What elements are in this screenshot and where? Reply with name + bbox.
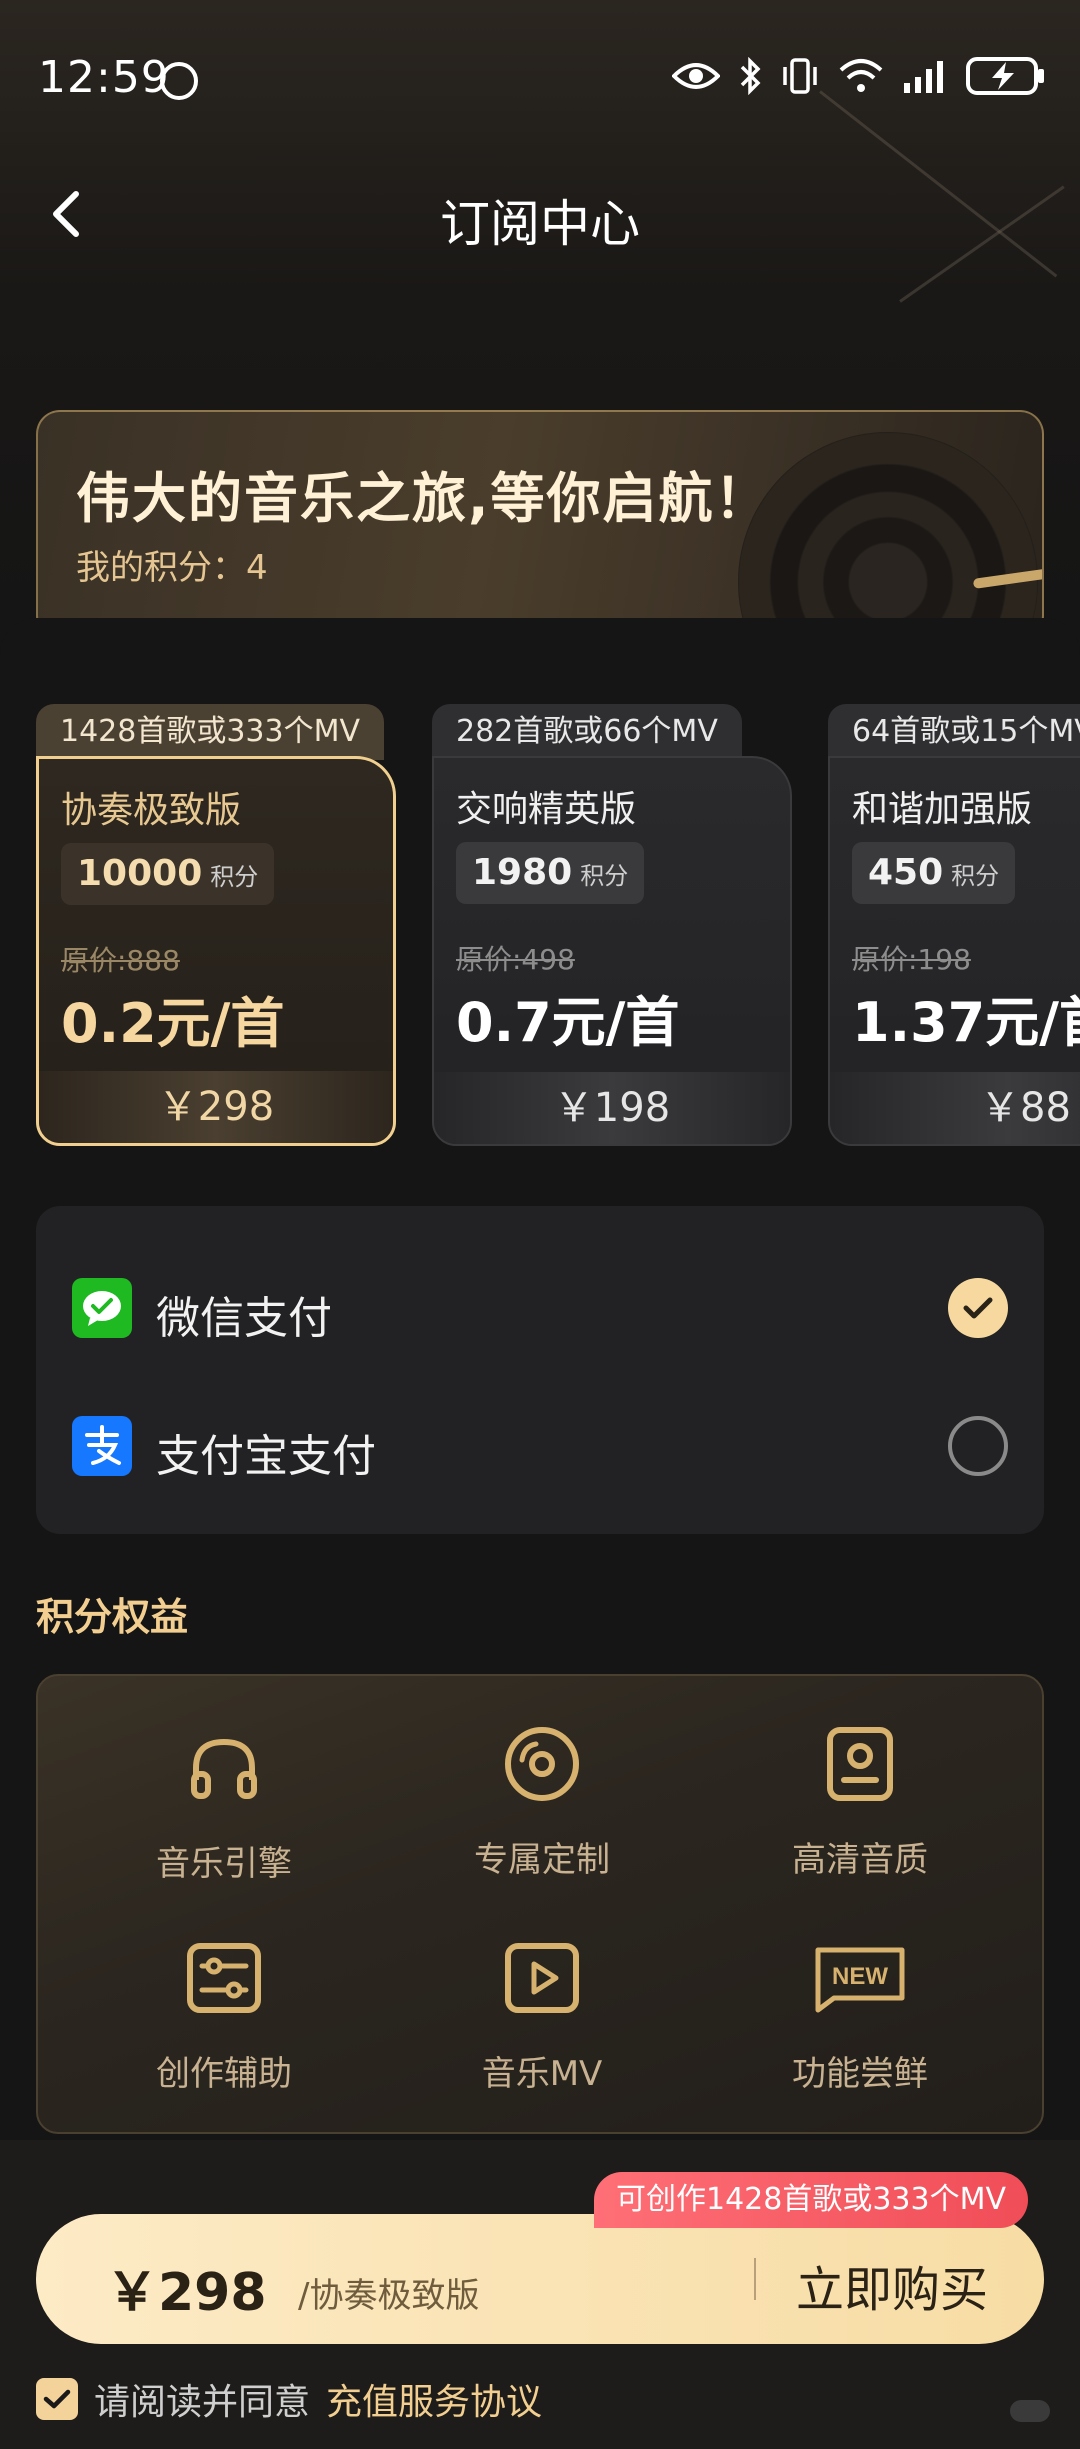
status-time: 12:59 [38,52,170,103]
benefit-label: 专属定制 [474,1840,610,1880]
payment-option-wechat[interactable]: 微信支付 [36,1238,1044,1378]
plan-card-body: 协奏极致版 10000 积分 原价:888 0.2元/首 ￥298 [36,756,396,1146]
benefit-label: 音乐引擎 [156,1844,292,1884]
benefit-new-features[interactable]: NEW 功能尝鲜 [710,1938,1010,2118]
plan-price: ￥298 [39,1071,393,1143]
quota-badge: 可创作1428首歌或333个MV [594,2172,1029,2228]
plan-price: ￥88 [830,1072,1080,1144]
agreement-row: 请阅读并同意 充值服务协议 [36,2373,542,2425]
buy-price: ￥298 [106,2263,267,2323]
divider [754,2258,756,2300]
plan-card-body: 和谐加强版 450 积分 原价:198 1.37元/首 ￥88 [828,756,1080,1146]
agreement-text: 请阅读并同意 [94,2382,311,2423]
payment-option-label: 微信支付 [156,1293,332,1344]
benefits-grid: 音乐引擎 专属定制 高清音质 创作辅助 音乐MV NEW 功能尝鲜 [36,1674,1044,2134]
payment-methods: 微信支付 支付宝支付 [36,1206,1044,1534]
benefit-creation-assist[interactable]: 创作辅助 [74,1938,374,2118]
agreement-checkbox[interactable] [36,2378,78,2420]
benefit-custom[interactable]: 专属定制 [392,1724,692,1904]
plan-original-price: 原价:888 [61,944,180,977]
check-icon [963,1297,993,1319]
radio-checked[interactable] [948,1278,1008,1338]
plan-name: 和谐加强版 [852,789,1033,830]
plan-points-value: 10000 [77,853,203,894]
page-title: 订阅中心 [440,195,640,253]
sliders-icon [187,1943,261,2013]
buy-now-button[interactable]: ￥298 /协奏极致版 立即购买 [36,2214,1044,2344]
signal-icon [904,61,943,93]
my-points: 我的积分：4 [76,540,268,589]
check-icon [43,2389,71,2409]
plan-price: ￥198 [434,1072,790,1144]
plan-unit-price: 0.7元/首 [456,991,680,1054]
benefit-label: 高清音质 [792,1840,928,1880]
subscription-page: 12:59 订阅中心 伟大的音乐之旅,等你启航！ 我的积分：4 1428首歌或3… [0,0,1080,2449]
my-points-value: 4 [246,548,268,588]
benefit-music-mv[interactable]: 音乐MV [392,1938,692,2118]
my-points-label: 我的积分： [76,548,246,588]
benefit-label: 音乐MV [481,2054,603,2094]
bluetooth-icon [740,57,761,95]
vinyl-record-icon [738,432,1038,638]
plan-card-concerto[interactable]: 1428首歌或333个MV 协奏极致版 10000 积分 原价:888 0.2元… [36,704,396,1146]
buy-now-label: 立即购买 [796,2262,989,2318]
plan-unit-price: 1.37元/首 [852,991,1080,1054]
radio-unchecked[interactable] [948,1416,1008,1476]
plan-name: 交响精英版 [456,789,637,830]
status-icons [672,56,1046,96]
plan-points-unit: 积分 [580,862,629,890]
plan-points-unit: 积分 [951,862,1000,890]
plan-points-value: 1980 [472,852,573,893]
app-notification-icon [160,62,198,100]
plan-card-symphony[interactable]: 282首歌或66个MV 交响精英版 1980 积分 原价:498 0.7元/首 … [432,704,792,1146]
plan-unit-price: 0.2元/首 [61,992,285,1055]
agreement-link[interactable]: 充值服务协议 [326,2373,542,2425]
benefits-title: 积分权益 [36,1595,189,1639]
benefit-hd-audio[interactable]: 高清音质 [710,1724,1010,1904]
plan-points-badge: 10000 积分 [61,843,275,905]
plan-points-value: 450 [868,852,944,893]
status-bar: 12:59 [0,0,1080,160]
plan-original-price: 原价:198 [852,943,971,976]
new-badge-icon: NEW [815,1947,905,2013]
plan-quota-tag: 64首歌或15个MV [828,704,1080,760]
plan-quota-tag: 1428首歌或333个MV [36,704,385,760]
svg-text:NEW: NEW [832,1963,888,1990]
plan-original-price: 原价:498 [456,943,575,976]
plan-card-body: 交响精英版 1980 积分 原价:498 0.7元/首 ￥198 [432,756,792,1146]
battery-charging-icon [966,57,1044,95]
buy-plan-name: /协奏极致版 [298,2276,480,2316]
vibrate-icon [783,58,817,94]
benefit-label: 功能尝鲜 [792,2054,928,2094]
banner-headline: 伟大的音乐之旅,等你启航！ [76,467,771,530]
disc-icon [505,1727,579,1801]
speaker-icon [827,1727,893,1801]
plan-quota-tag: 282首歌或66个MV [432,704,742,760]
benefit-music-engine[interactable]: 音乐引擎 [74,1728,374,1908]
payment-option-alipay[interactable]: 支付宝支付 [36,1376,1044,1516]
wifi-icon [839,59,883,92]
payment-option-label: 支付宝支付 [156,1431,376,1482]
plan-name: 协奏极致版 [61,790,242,831]
eye-icon [672,63,720,89]
play-video-icon [505,1943,579,2013]
watermark-logo [1010,2400,1050,2422]
alipay-icon [72,1416,132,1476]
plan-points-badge: 450 积分 [852,842,1016,904]
plan-points-unit: 积分 [210,863,259,891]
points-banner: 伟大的音乐之旅,等你启航！ 我的积分：4 [36,410,1044,640]
plan-points-badge: 1980 积分 [456,842,645,904]
headphones-icon [191,1738,257,1799]
benefit-label: 创作辅助 [156,2054,292,2094]
wechat-pay-icon [72,1278,132,1338]
plan-card-harmony[interactable]: 64首歌或15个MV 和谐加强版 450 积分 原价:198 1.37元/首 ￥… [828,704,1080,1146]
